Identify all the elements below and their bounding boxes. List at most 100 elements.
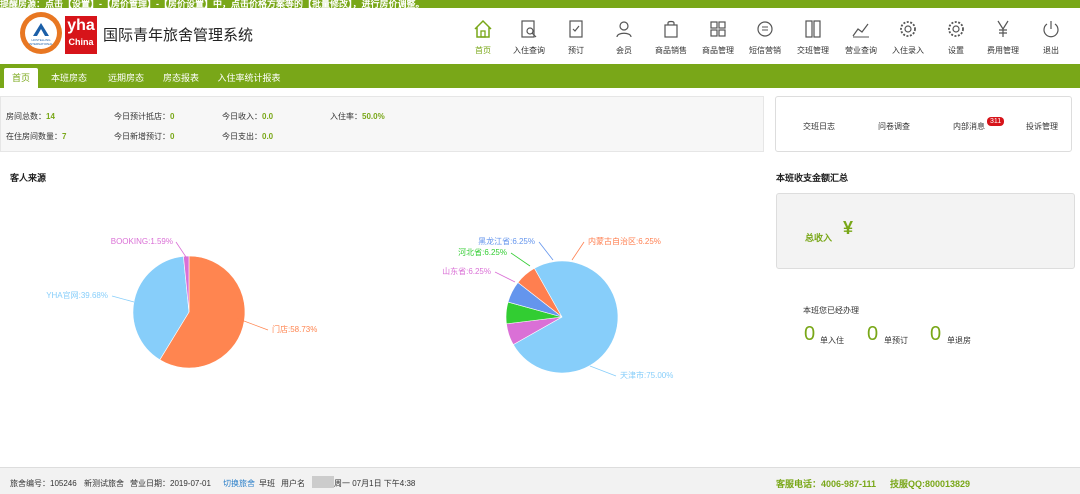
redacted-username bbox=[312, 476, 334, 488]
yha-china-logo: yha China bbox=[65, 16, 97, 54]
pie-label-0-1: YHA官网:39.68% bbox=[46, 290, 108, 300]
nav-item-label: 短信营销 bbox=[749, 46, 781, 55]
pie-leader-1-3 bbox=[538, 241, 554, 261]
nav-item-label: 会员 bbox=[616, 46, 632, 55]
hostel-name: 新测试旅舍 bbox=[84, 479, 124, 488]
nav-item-0[interactable]: 首页 bbox=[460, 16, 506, 62]
tab-4[interactable]: 入住率统计报表 bbox=[210, 68, 288, 88]
pie-label-1-4: 内蒙古自治区:6.25% bbox=[588, 236, 661, 246]
nav-item-label: 入住录入 bbox=[892, 46, 924, 55]
nav-item-label: 退出 bbox=[1043, 46, 1059, 55]
stat-expected-arrival: 今日预计抵店：0 bbox=[114, 112, 175, 121]
footer: 旅舍编号：105246 新测试旅舍 营业日期：2019-07-01 切换旅舍 早… bbox=[0, 467, 1080, 494]
checkin-count: 0 bbox=[804, 323, 816, 345]
booking-label: 单预订 bbox=[884, 336, 908, 345]
quick-links-panel: 交班日志 问卷调查 内部消息 投诉管理 bbox=[775, 96, 1072, 152]
nav-item-label: 预订 bbox=[568, 46, 584, 55]
nav-item-5[interactable]: 商品管理 bbox=[695, 16, 741, 62]
notice-bar: 提醒房源：点击【设置】-【房价管理】-【房价设置】中，点击价格方案等的【批量修改… bbox=[0, 0, 1080, 8]
nav-item-10[interactable]: 设置 bbox=[933, 16, 979, 62]
grid-icon bbox=[707, 18, 729, 40]
service-hotline: 客服电话：4006-987-111 bbox=[776, 479, 877, 489]
tab-1[interactable]: 本班房态 bbox=[42, 68, 96, 88]
checkin-search-icon bbox=[518, 18, 540, 40]
pie-label-1-2: 河北省:6.25% bbox=[458, 247, 507, 257]
pie-leader-1-1 bbox=[494, 271, 516, 283]
support-qq: 技服QQ:800013829 bbox=[890, 479, 971, 489]
pie-leader-1-0 bbox=[589, 365, 617, 377]
nav-item-4[interactable]: 商品销售 bbox=[648, 16, 694, 62]
nav-item-label: 首页 bbox=[475, 46, 491, 55]
booking-icon bbox=[565, 18, 587, 40]
business-date: 营业日期：2019-07-01 bbox=[130, 479, 211, 488]
tab-0[interactable]: 首页 bbox=[4, 68, 38, 88]
pie-leader-1-2 bbox=[510, 252, 531, 267]
stat-new-booking: 今日新增预订：0 bbox=[114, 132, 175, 141]
logo-brand-sub: China bbox=[68, 37, 94, 47]
nav-item-label: 营业查询 bbox=[845, 46, 877, 55]
pie-leader-0-2 bbox=[175, 241, 187, 258]
nav-item-11[interactable]: 费用管理 bbox=[980, 16, 1026, 62]
nav-item-12[interactable]: 退出 bbox=[1028, 16, 1074, 62]
shift-done-title: 本班您已经办理 bbox=[803, 306, 859, 315]
nav-item-label: 商品管理 bbox=[702, 46, 734, 55]
nav-item-7[interactable]: 交班管理 bbox=[790, 16, 836, 62]
pie-leader-1-4 bbox=[571, 241, 585, 261]
stat-occupied: 在住房间数量：7 bbox=[6, 132, 67, 141]
gear-icon bbox=[945, 18, 967, 40]
tab-3[interactable]: 房态报表 bbox=[156, 68, 206, 88]
nav-item-8[interactable]: 营业查询 bbox=[838, 16, 884, 62]
yen-icon: ¥ bbox=[843, 218, 854, 238]
yen-icon bbox=[992, 18, 1014, 40]
summary-title: 本班收支金额汇总 bbox=[776, 173, 849, 183]
power-icon bbox=[1040, 18, 1062, 40]
member-icon bbox=[613, 18, 635, 40]
hostelling-international-logo: HOSTELLING INTERNATIONAL bbox=[20, 12, 62, 54]
pie-leader-0-1 bbox=[111, 295, 135, 303]
user-name: 用户名 bbox=[281, 479, 305, 488]
checkout-label: 单退房 bbox=[947, 336, 971, 345]
chart-icon bbox=[850, 18, 872, 40]
home-icon bbox=[472, 18, 494, 40]
pie-label-1-3: 黑龙江省:6.25% bbox=[478, 236, 535, 246]
hostel-id: 旅舍编号：105246 bbox=[10, 479, 77, 488]
tab-2[interactable]: 远期房态 bbox=[100, 68, 152, 88]
pie-label-0-0: 门店:58.73% bbox=[272, 324, 317, 334]
switch-hostel-link[interactable]: 切换旅舍 bbox=[223, 478, 255, 489]
pie-label-1-1: 山东省:6.25% bbox=[442, 266, 491, 276]
message-count-badge: 311 bbox=[987, 117, 1005, 126]
complaint-link[interactable]: 投诉管理 bbox=[1026, 121, 1058, 132]
nav-item-3[interactable]: 会员 bbox=[601, 16, 647, 62]
nav-item-label: 商品销售 bbox=[655, 46, 687, 55]
sms-icon bbox=[754, 18, 776, 40]
shift-icon bbox=[802, 18, 824, 40]
total-income-label: 总收入 bbox=[805, 233, 833, 243]
page-title: 国际青年旅舍管理系统 bbox=[103, 27, 254, 44]
checkout-count: 0 bbox=[930, 323, 942, 345]
notice-text: 提醒房源：点击【设置】-【房价管理】-【房价设置】中，点击价格方案等的【批量修改… bbox=[0, 0, 425, 8]
nav-item-1[interactable]: 入住查询 bbox=[506, 16, 552, 62]
nav-item-9[interactable]: 入住录入 bbox=[885, 16, 931, 62]
logo-brand: yha bbox=[67, 17, 95, 34]
stat-income: 今日收入：0.0 bbox=[222, 112, 274, 121]
nav-item-2[interactable]: 预订 bbox=[553, 16, 599, 62]
current-datetime: 周一 07月1日 下午4:38 bbox=[334, 479, 416, 488]
guest-source-charts: 门店:58.73% YHA官网:39.68% BOOKING:1.59% 天津市:75… bbox=[46, 236, 673, 380]
tab-bar: 首页 本班房态 远期房态 房态报表 入住率统计报表 bbox=[0, 64, 1080, 88]
nav-item-label: 费用管理 bbox=[987, 46, 1019, 55]
stat-expense: 今日支出：0.0 bbox=[222, 132, 274, 141]
nav-item-label: 交班管理 bbox=[797, 46, 829, 55]
survey-link[interactable]: 问卷调查 bbox=[878, 121, 910, 132]
shift-log-link[interactable]: 交班日志 bbox=[803, 121, 835, 132]
pie-label-0-2: BOOKING:1.59% bbox=[111, 237, 173, 246]
logo-text: HOSTELLING INTERNATIONAL bbox=[29, 38, 53, 46]
stat-occupancy: 入住率：50.0% bbox=[330, 112, 385, 121]
stats-panel: 房间总数：14 在住房间数量：7 今日预计抵店：0 今日新增预订：0 今日收入：… bbox=[0, 96, 764, 152]
nav-item-label: 设置 bbox=[948, 46, 964, 55]
settings-gear-icon bbox=[897, 18, 919, 40]
header: HOSTELLING INTERNATIONAL yha China 国际青年旅… bbox=[0, 8, 1080, 60]
nav-item-6[interactable]: 短信营销 bbox=[742, 16, 788, 62]
internal-message-link[interactable]: 内部消息 bbox=[953, 121, 985, 132]
income-summary-box: 总收入 ¥ bbox=[776, 193, 1075, 269]
pie-label-1-0: 天津市:75.00% bbox=[620, 370, 673, 380]
